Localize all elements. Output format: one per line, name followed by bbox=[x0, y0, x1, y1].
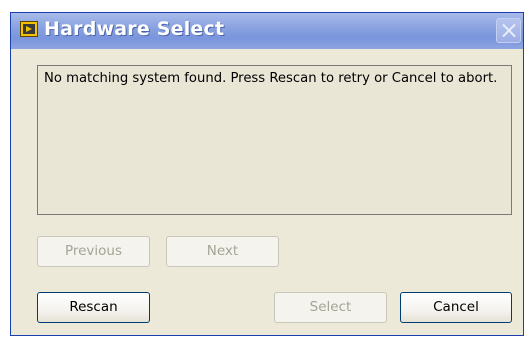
app-icon bbox=[20, 21, 38, 37]
message-box: No matching system found. Press Rescan t… bbox=[37, 65, 512, 215]
rescan-button[interactable]: Rescan bbox=[37, 292, 150, 323]
hardware-select-dialog: Hardware Select No matching system found… bbox=[10, 12, 524, 336]
cancel-button[interactable]: Cancel bbox=[400, 292, 512, 323]
title-bar[interactable]: Hardware Select bbox=[11, 13, 523, 49]
next-button[interactable]: Next bbox=[166, 236, 279, 267]
close-icon[interactable] bbox=[496, 18, 521, 43]
previous-button[interactable]: Previous bbox=[37, 236, 150, 267]
window-title: Hardware Select bbox=[44, 18, 225, 40]
message-text: No matching system found. Press Rescan t… bbox=[44, 71, 498, 86]
select-button[interactable]: Select bbox=[274, 292, 387, 323]
